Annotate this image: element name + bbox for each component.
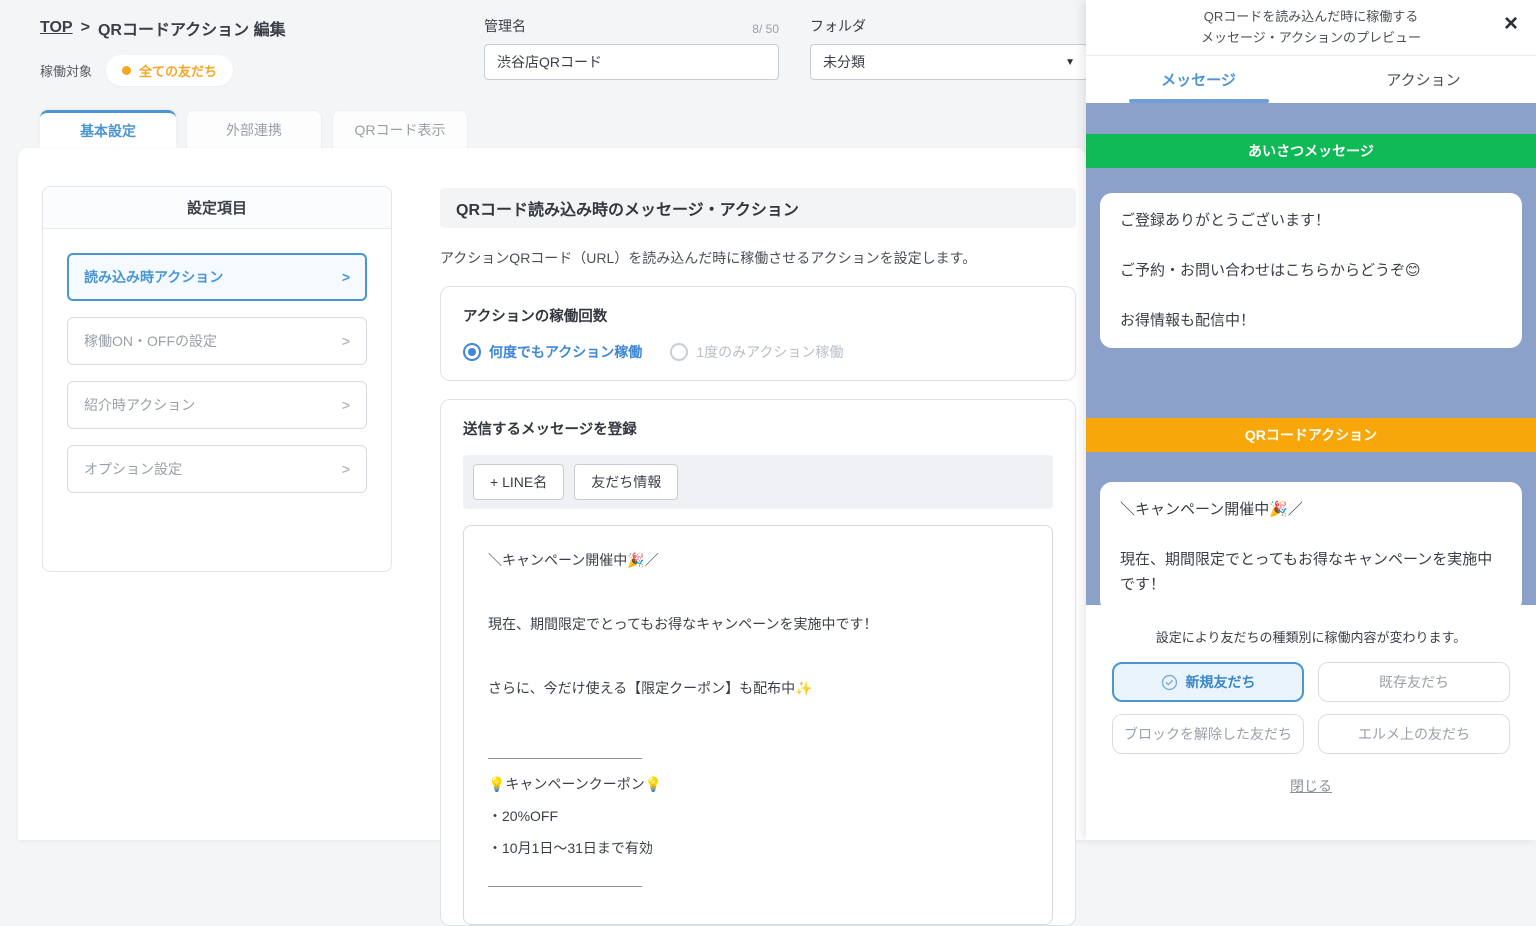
radio-once-action[interactable]: 1度のみアクション稼働	[670, 342, 843, 362]
preview-tabs: メッセージ アクション	[1086, 56, 1536, 103]
target-label: 稼働対象	[40, 61, 92, 80]
preview-close-link-wrap: 閉じる	[1086, 776, 1536, 796]
menu-item-label: 稼働ON・OFFの設定	[84, 331, 217, 351]
existing-friend-button[interactable]: 既存友だち	[1318, 662, 1510, 702]
folder-group: フォルダ 未分類 ▼	[810, 16, 1088, 80]
folder-selected-value: 未分類	[823, 52, 865, 72]
chevron-right-icon: >	[342, 461, 350, 477]
breadcrumb-top-link[interactable]: TOP	[40, 19, 73, 37]
friend-button-label: ブロックを解除した友だち	[1124, 724, 1292, 744]
qr-message-bubble: ＼キャンペーン開催中🎉／ 現在、期間限定でとってもお得なキャンペーンを実施中です…	[1100, 482, 1522, 605]
action-count-card: アクションの稼働回数 何度でもアクション稼働 1度のみアクション稼働	[440, 286, 1076, 381]
chevron-down-icon: ▼	[1065, 57, 1075, 68]
status-dot-icon	[122, 66, 131, 75]
new-friend-button[interactable]: 新規友だち	[1112, 662, 1304, 702]
friend-button-label: 新規友だち	[1186, 672, 1256, 692]
greeting-message-bubble: ご登録ありがとうございます！ ご予約・お問い合わせはこちらからどうぞ😊 お得情報…	[1100, 193, 1522, 348]
admin-name-counter: 8/ 50	[752, 22, 779, 36]
breadcrumb-separator: >	[81, 19, 90, 37]
message-textarea[interactable]: ＼キャンペーン開催中🎉／ 現在、期間限定でとってもお得なキャンペーンを実施中です…	[463, 525, 1053, 925]
menu-item-label: 紹介時アクション	[84, 395, 195, 415]
settings-menu: 設定項目 読み込み時アクション > 稼働ON・OFFの設定 > 紹介時アクション…	[42, 186, 392, 572]
menu-item-scan-action[interactable]: 読み込み時アクション >	[67, 253, 367, 301]
menu-item-label: 読み込み時アクション	[84, 267, 223, 287]
friend-button-label: エルメ上の友だち	[1358, 724, 1470, 744]
tab-qr-display[interactable]: QRコード表示	[332, 110, 468, 148]
close-icon[interactable]: ×	[1504, 12, 1518, 36]
admin-name-group: 管理名 8/ 50	[484, 16, 779, 80]
preview-title: QRコードを読み込んだ時に稼働する メッセージ・アクションのプレビュー	[1201, 7, 1421, 47]
menu-item-referral-action[interactable]: 紹介時アクション >	[67, 381, 367, 429]
preview-tab-message[interactable]: メッセージ	[1086, 56, 1311, 103]
radio-label: 1度のみアクション稼働	[696, 342, 843, 362]
tab-external-integration[interactable]: 外部連携	[186, 110, 322, 148]
preview-note: 設定により友だちの種類別に稼働内容が変わります。	[1086, 627, 1536, 646]
breadcrumb: TOP > QRコードアクション 編集	[40, 16, 286, 40]
friend-type-buttons: 新規友だち 既存友だち ブロックを解除した友だち エルメ上の友だち	[1112, 662, 1510, 754]
section-description: アクションQRコード（URL）を読み込んだ時に稼働させるアクションを設定します。	[440, 248, 1076, 268]
menu-item-label: オプション設定	[84, 459, 182, 479]
radio-selected-icon	[463, 343, 481, 361]
preview-panel: QRコードを読み込んだ時に稼働する メッセージ・アクションのプレビュー × メッ…	[1086, 0, 1536, 840]
editor-column: QRコード読み込み時のメッセージ・アクション アクションQRコード（URL）を読…	[440, 188, 1076, 926]
page-title: QRコードアクション 編集	[98, 16, 286, 40]
chevron-right-icon: >	[342, 333, 350, 349]
message-register-card: 送信するメッセージを登録 + LINE名 友だち情報 ＼キャンペーン開催中🎉／ …	[440, 399, 1076, 926]
target-row: 稼働対象 全ての友だち	[40, 55, 233, 86]
target-status-badge: 全ての友だち	[106, 55, 233, 86]
friend-button-label: 既存友だち	[1379, 672, 1449, 692]
folder-label: フォルダ	[810, 16, 866, 36]
main-tabs: 基本設定 外部連携 QRコード表示	[40, 110, 468, 148]
menu-item-option-settings[interactable]: オプション設定 >	[67, 445, 367, 493]
lme-friend-button[interactable]: エルメ上の友だち	[1318, 714, 1510, 754]
tab-basic-settings[interactable]: 基本設定	[40, 110, 176, 148]
insert-line-name-button[interactable]: + LINE名	[473, 464, 564, 500]
menu-item-on-off[interactable]: 稼働ON・OFFの設定 >	[67, 317, 367, 365]
target-badge-label: 全ての友だち	[139, 61, 217, 80]
chevron-right-icon: >	[342, 269, 350, 285]
radio-label: 何度でもアクション稼働	[489, 342, 642, 362]
message-register-title: 送信するメッセージを登録	[463, 418, 1053, 439]
qr-action-banner: QRコードアクション	[1086, 418, 1536, 452]
settings-menu-title: 設定項目	[43, 187, 391, 229]
message-toolbar: + LINE名 友だち情報	[463, 455, 1053, 509]
radio-unlimited-action[interactable]: 何度でもアクション稼働	[463, 342, 642, 362]
unblocked-friend-button[interactable]: ブロックを解除した友だち	[1112, 714, 1304, 754]
greeting-banner: あいさつメッセージ	[1086, 134, 1536, 168]
action-count-title: アクションの稼働回数	[463, 305, 1053, 326]
section-title: QRコード読み込み時のメッセージ・アクション	[440, 188, 1076, 228]
chevron-right-icon: >	[342, 397, 350, 413]
admin-name-label: 管理名	[484, 16, 526, 36]
insert-friend-info-button[interactable]: 友だち情報	[574, 464, 678, 500]
radio-unselected-icon	[670, 343, 688, 361]
check-circle-icon	[1161, 674, 1178, 691]
preview-tab-action[interactable]: アクション	[1311, 56, 1536, 103]
folder-select[interactable]: 未分類 ▼	[810, 44, 1088, 80]
chat-preview-area: あいさつメッセージ ご登録ありがとうございます！ ご予約・お問い合わせはこちらか…	[1086, 103, 1536, 605]
admin-name-input[interactable]	[484, 44, 779, 80]
close-preview-link[interactable]: 閉じる	[1290, 778, 1332, 794]
